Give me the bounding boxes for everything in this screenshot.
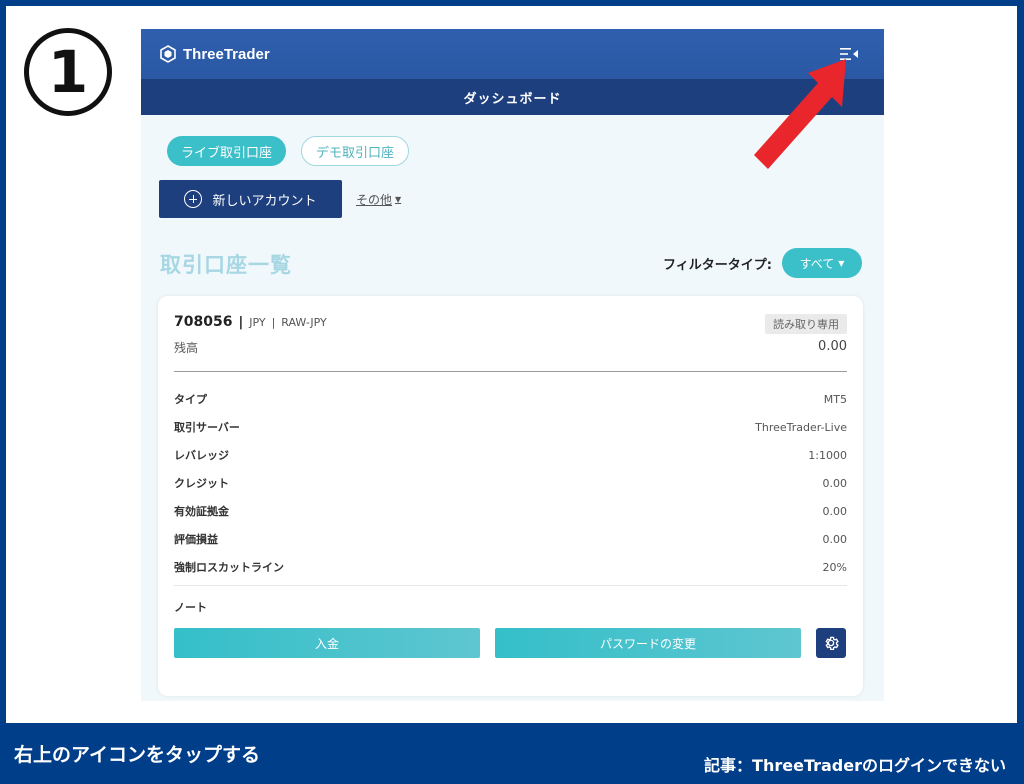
account-type-tabs: ライブ取引口座 デモ取引口座 (167, 136, 409, 166)
divider (174, 585, 847, 586)
account-type-code: RAW-JPY (281, 315, 327, 329)
detail-row: タイプ MT5 (174, 385, 847, 413)
filter-label: フィルタータイプ: (663, 257, 772, 273)
account-currency: JPY (249, 315, 266, 329)
account-button-row: 入金 パスワードの変更 (174, 628, 847, 658)
settings-button[interactable] (816, 628, 846, 658)
balance-value: 0.00 (818, 339, 847, 354)
filter-control: フィルタータイプ: すべて ▼ (663, 248, 862, 278)
article-credit: 記事：ThreeTraderのログインできない (704, 756, 1006, 775)
change-password-button[interactable]: パスワードの変更 (495, 628, 801, 658)
deposit-button[interactable]: 入金 (174, 628, 480, 658)
filter-dropdown[interactable]: すべて ▼ (782, 248, 862, 278)
detail-value: MT5 (823, 392, 847, 406)
divider (174, 371, 847, 372)
step-number-badge: 1 (24, 28, 112, 116)
plus-circle-icon (184, 190, 203, 208)
caret-down-icon: ▼ (838, 258, 845, 268)
detail-row: クレジット 0.00 (174, 469, 847, 497)
separator: | (271, 315, 276, 329)
note-label: ノート (174, 601, 207, 614)
detail-value: ThreeTrader-Live (755, 420, 847, 434)
detail-value: 0.00 (822, 476, 848, 490)
detail-row: 有効証拠金 0.00 (174, 497, 847, 525)
detail-value: 20% (822, 560, 847, 574)
step-number: 1 (47, 38, 89, 106)
other-dropdown[interactable]: その他 ▼ (356, 191, 401, 208)
other-label: その他 (356, 192, 393, 207)
detail-row: レバレッジ 1:1000 (174, 441, 847, 469)
detail-value: 0.00 (822, 532, 848, 546)
account-header: 708056 | JPY | RAW-JPY (174, 314, 327, 330)
section-title: 取引口座一覧 (160, 253, 292, 277)
detail-label: タイプ (174, 393, 207, 406)
account-number: 708056 (174, 314, 233, 330)
account-details: タイプ MT5 取引サーバー ThreeTrader-Live レバレッジ 1:100… (174, 385, 847, 581)
detail-label: レバレッジ (174, 449, 229, 462)
page-title: ダッシュボード (463, 91, 562, 107)
tab-demo-accounts[interactable]: デモ取引口座 (301, 136, 409, 166)
new-account-button[interactable]: 新しいアカウント (159, 180, 342, 218)
gear-icon (825, 636, 839, 651)
brand-logo-icon (160, 45, 176, 63)
detail-label: クレジット (174, 477, 229, 490)
filter-value: すべて (799, 256, 835, 271)
detail-value: 0.00 (822, 504, 848, 518)
separator: | (238, 314, 244, 330)
brand-logo[interactable]: ThreeTrader (159, 45, 270, 63)
detail-value: 1:1000 (808, 448, 847, 462)
detail-label: 強制ロスカットライン (174, 561, 284, 574)
readonly-badge: 読み取り専用 (765, 314, 847, 334)
account-actions: 新しいアカウント その他 ▼ (159, 180, 401, 218)
new-account-label: 新しいアカウント (212, 193, 317, 209)
step-caption: 右上のアイコンをタップする (14, 744, 261, 766)
balance-label: 残高 (174, 341, 199, 355)
detail-label: 評価損益 (174, 533, 218, 546)
account-card: 708056 | JPY | RAW-JPY 読み取り専用 残高 0.00 タイ… (158, 296, 863, 696)
brand-name: ThreeTrader (183, 45, 270, 63)
detail-row: 強制ロスカットライン 20% (174, 553, 847, 581)
caret-down-icon: ▼ (395, 194, 402, 204)
tab-live-accounts[interactable]: ライブ取引口座 (167, 136, 286, 166)
detail-row: 評価損益 0.00 (174, 525, 847, 553)
detail-row: 取引サーバー ThreeTrader-Live (174, 413, 847, 441)
detail-label: 有効証拠金 (174, 505, 229, 518)
detail-label: 取引サーバー (174, 421, 240, 434)
pointer-arrow-icon (754, 59, 846, 169)
